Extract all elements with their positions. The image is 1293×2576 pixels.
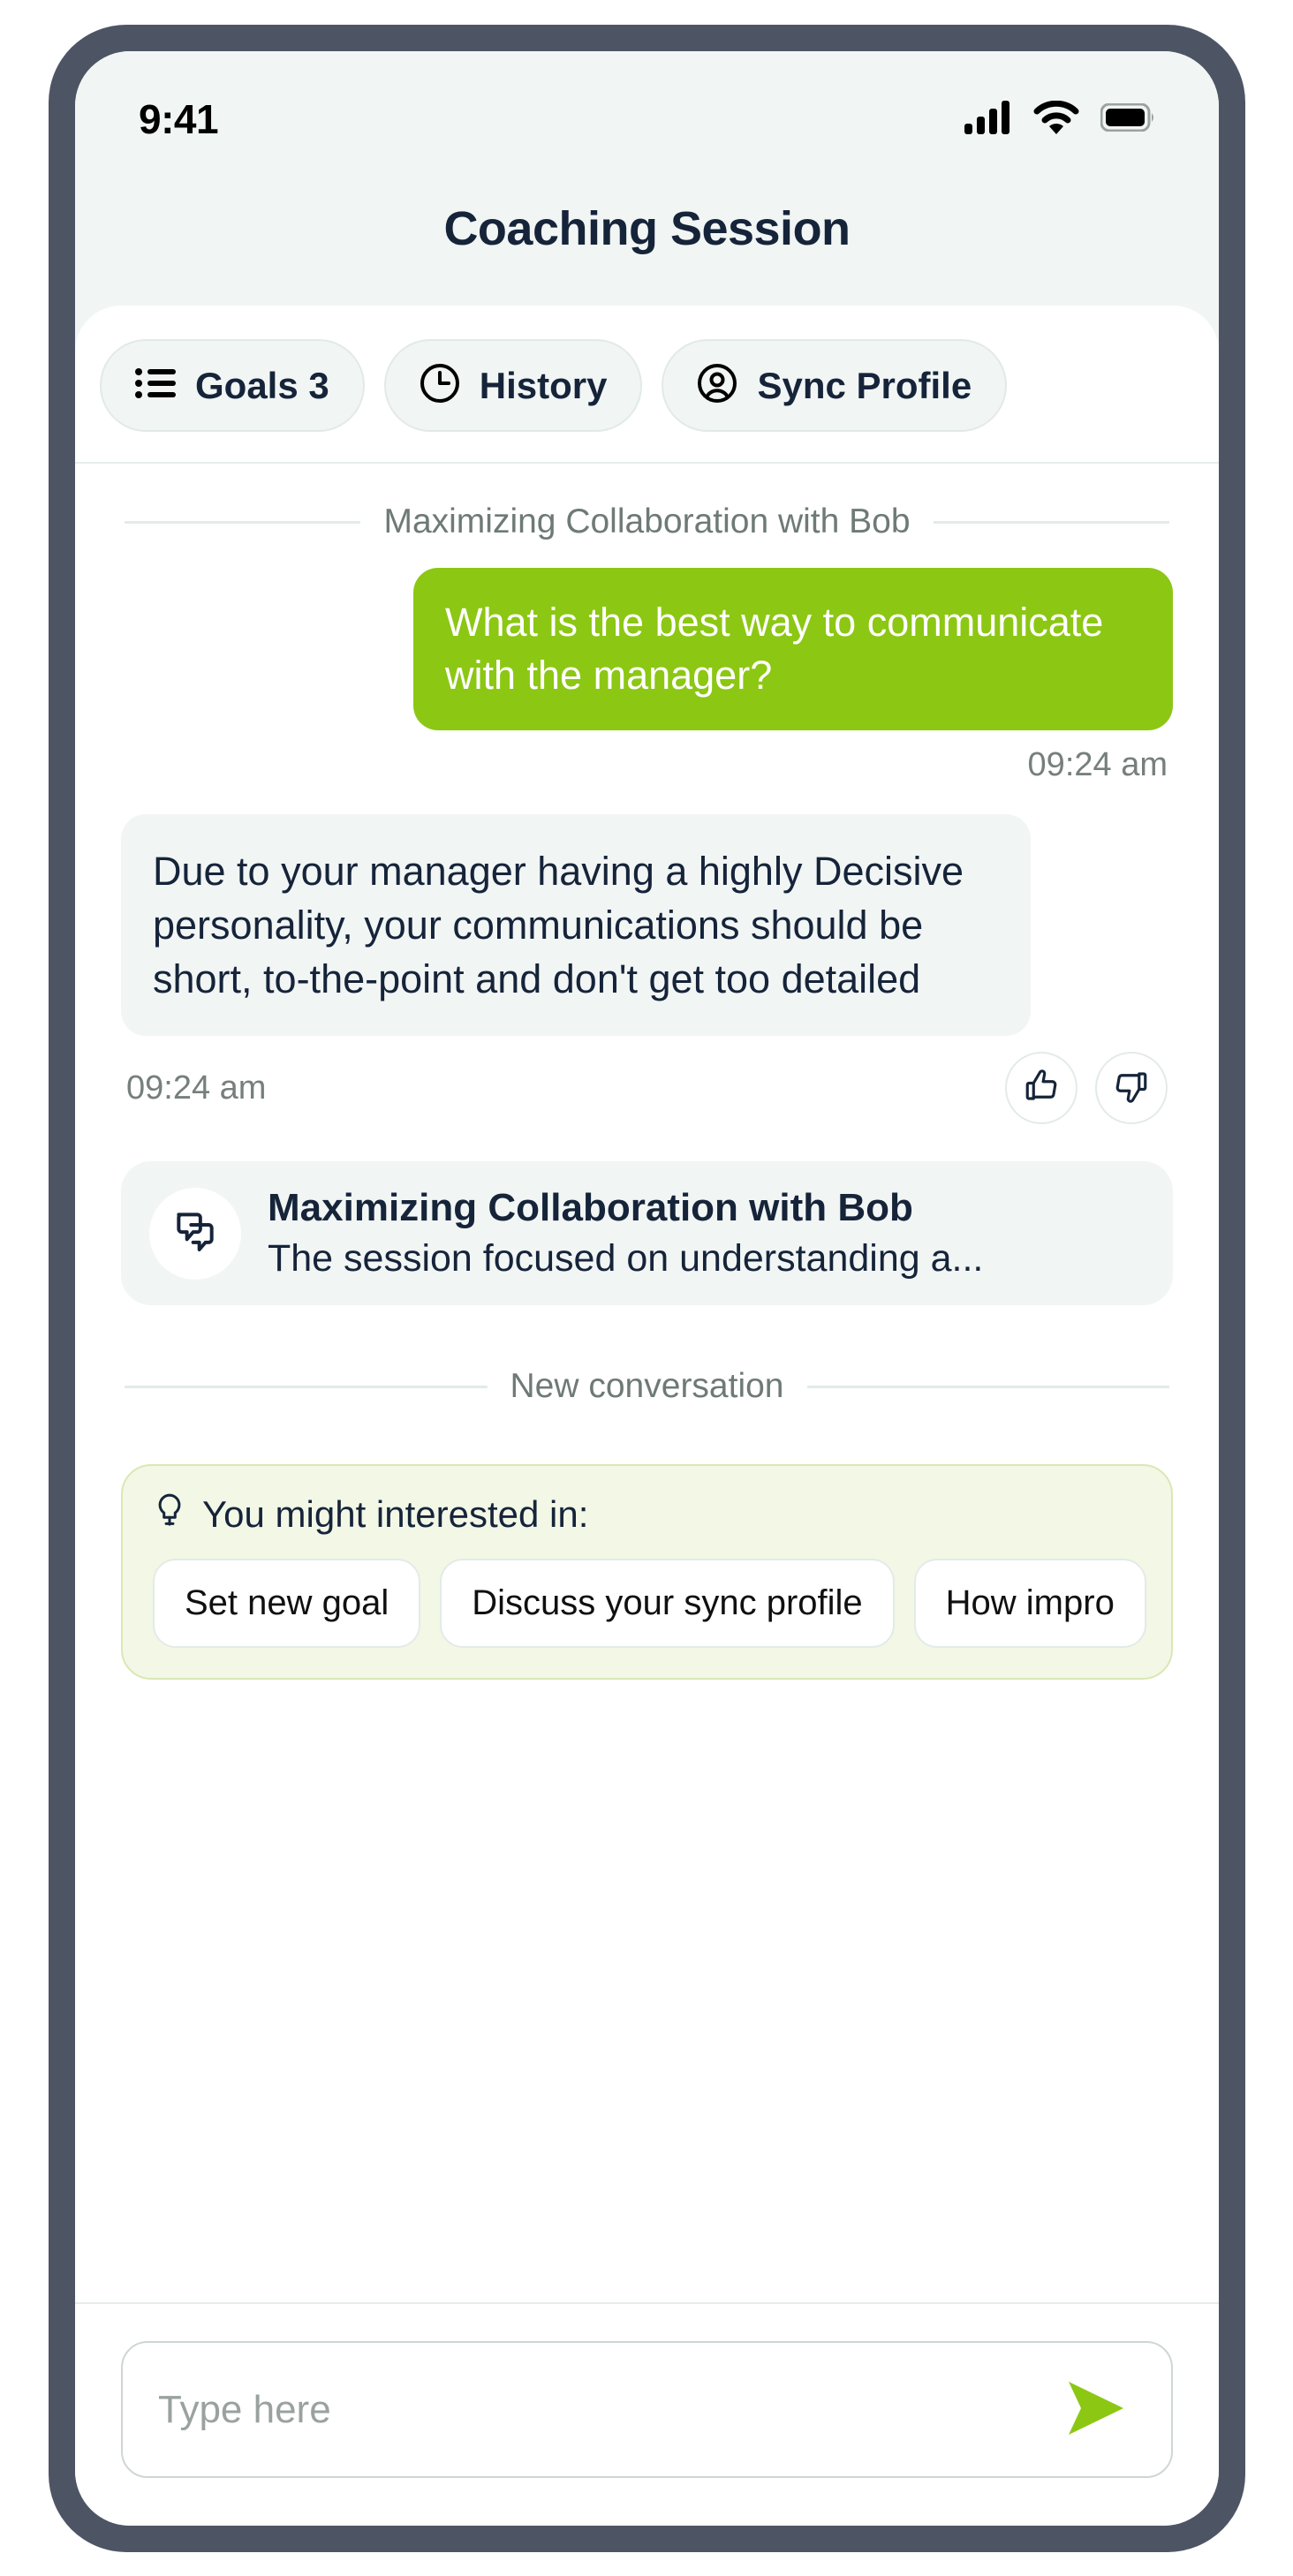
message-composer xyxy=(75,2302,1219,2526)
bot-message-bubble: Due to your manager having a highly Deci… xyxy=(121,813,1031,1037)
session-summary-card[interactable]: Maximizing Collaboration with Bob The se… xyxy=(121,1161,1173,1306)
user-message-timestamp-row: 09:24 am xyxy=(121,730,1173,791)
thumbs-down-button[interactable] xyxy=(1095,1052,1168,1125)
pill-history[interactable]: History xyxy=(383,339,643,432)
composer-input-wrapper[interactable] xyxy=(121,2341,1173,2478)
page-title: Coaching Session xyxy=(443,202,851,255)
reaction-buttons xyxy=(1005,1052,1168,1125)
user-message-row: What is the best way to communicate with… xyxy=(121,568,1173,730)
divider-rule-right xyxy=(933,520,1170,524)
clock-icon xyxy=(420,363,460,408)
suggestion-chip-discuss-sync-profile[interactable]: Discuss your sync profile xyxy=(440,1559,895,1649)
thumbs-down-icon xyxy=(1113,1068,1150,1109)
pill-sync-profile[interactable]: Sync Profile xyxy=(662,339,1008,432)
new-conv-rule-right xyxy=(806,1385,1170,1388)
pill-goals-label: Goals 3 xyxy=(195,364,329,406)
suggestion-chip-how-improve[interactable]: How impro xyxy=(913,1559,1146,1649)
summary-title: Maximizing Collaboration with Bob xyxy=(268,1186,913,1230)
pill-sync-profile-label: Sync Profile xyxy=(757,364,972,406)
wifi-icon xyxy=(1033,100,1079,139)
summary-snippet: The session focused on understanding a..… xyxy=(268,1237,984,1280)
new-conversation-divider-label: New conversation xyxy=(510,1367,784,1406)
app-header: Coaching Session xyxy=(75,168,1219,306)
send-button[interactable] xyxy=(1056,2376,1136,2443)
user-circle-icon xyxy=(697,363,737,408)
pill-goals[interactable]: Goals 3 xyxy=(100,339,365,432)
thumbs-up-icon xyxy=(1023,1068,1060,1109)
topic-divider: Maximizing Collaboration with Bob xyxy=(121,464,1173,568)
pill-bar-wrapper: Goals 3 History Sync Profile xyxy=(75,306,1219,464)
bot-message-footer: 09:24 am xyxy=(121,1036,1173,1131)
phone-frame: 9:41 Coaching Session Goals 3 History Sy… xyxy=(49,25,1245,2552)
cellular-signal-icon xyxy=(964,100,1012,139)
pill-history-label: History xyxy=(479,364,608,406)
topic-divider-label: Maximizing Collaboration with Bob xyxy=(383,502,911,540)
new-conv-rule-left xyxy=(125,1385,488,1388)
suggestion-chips: Set new goal Discuss your sync profile H… xyxy=(153,1559,1171,1649)
bot-message-timestamp: 09:24 am xyxy=(126,1069,267,1107)
user-message-bubble: What is the best way to communicate with… xyxy=(413,568,1173,730)
list-icon xyxy=(135,366,176,404)
summary-texts: Maximizing Collaboration with Bob The se… xyxy=(268,1186,983,1280)
status-bar-time: 9:41 xyxy=(139,96,219,142)
suggestions-header: You might interested in: xyxy=(153,1492,1171,1536)
send-arrow-icon xyxy=(1062,2376,1130,2443)
lightbulb-icon xyxy=(153,1492,186,1536)
message-input[interactable] xyxy=(158,2387,1056,2432)
battery-icon xyxy=(1100,102,1155,136)
pill-bar: Goals 3 History Sync Profile xyxy=(75,306,1219,464)
status-bar: 9:41 xyxy=(75,51,1219,168)
chat-bubbles-icon xyxy=(170,1206,220,1260)
divider-rule-left xyxy=(125,520,361,524)
suggestion-chip-set-new-goal[interactable]: Set new goal xyxy=(153,1559,421,1649)
phone-screen: 9:41 Coaching Session Goals 3 History Sy… xyxy=(75,51,1219,2526)
thumbs-up-button[interactable] xyxy=(1005,1052,1078,1125)
user-message-timestamp: 09:24 am xyxy=(1027,745,1168,783)
bot-message-row: Due to your manager having a highly Deci… xyxy=(121,813,1173,1037)
summary-icon-container xyxy=(149,1187,241,1280)
conversation-scroll-area[interactable]: Maximizing Collaboration with Bob What i… xyxy=(75,464,1219,2302)
suggestions-panel: You might interested in: Set new goal Di… xyxy=(121,1464,1173,1681)
new-conversation-divider: New conversation xyxy=(121,1305,1173,1429)
suggestions-title: You might interested in: xyxy=(202,1492,589,1535)
status-bar-icons xyxy=(964,100,1155,139)
